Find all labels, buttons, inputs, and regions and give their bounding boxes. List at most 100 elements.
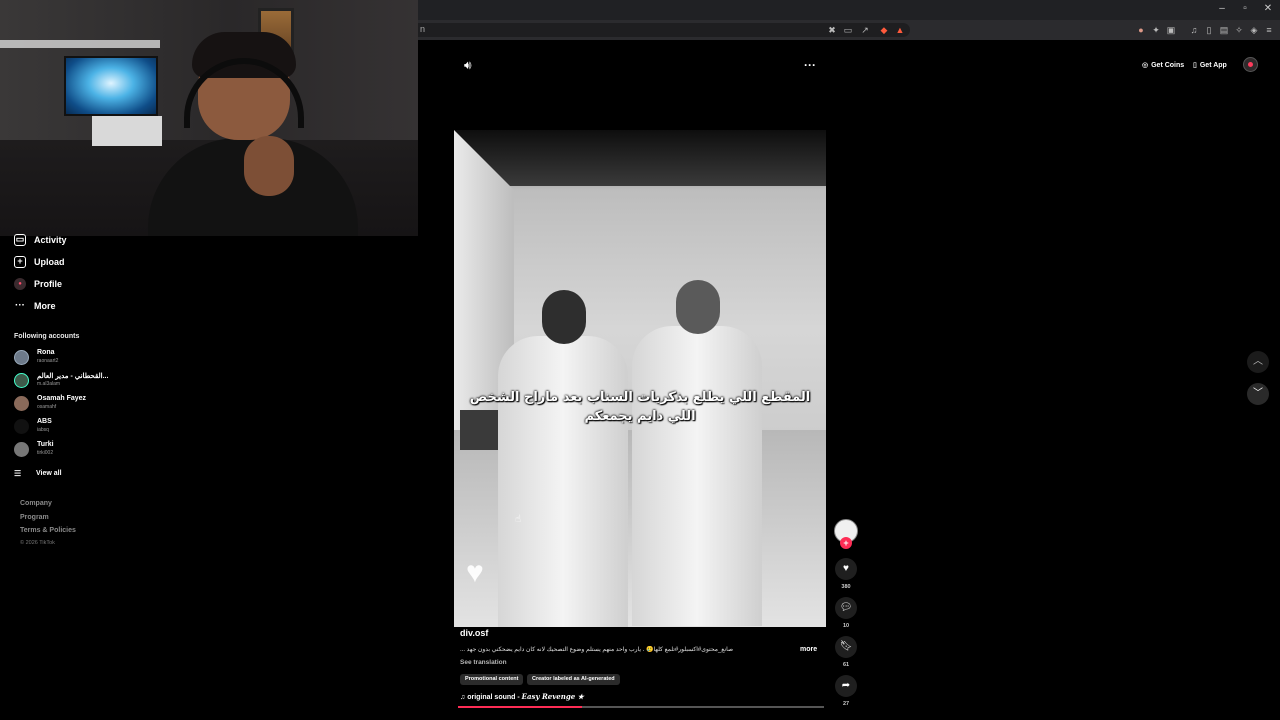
sound-link[interactable]: ♫ original sound - Easy Revenge ★ — [460, 692, 584, 701]
translate-icon[interactable]: ✖ — [826, 24, 838, 36]
chevron-down-icon: ﹀ — [1253, 388, 1263, 399]
comment-count: 10 — [842, 623, 850, 629]
like-button[interactable]: ♥ — [835, 558, 857, 580]
nav-profile[interactable]: ● Profile — [14, 276, 62, 292]
sound-prefix: original sound - — [467, 694, 522, 701]
account-name: ABS — [37, 418, 52, 425]
maximize-button[interactable]: ▫ — [1235, 3, 1255, 14]
account-handle: osamahf — [37, 404, 57, 410]
heart-icon: ♥ — [466, 556, 484, 589]
nav-more[interactable]: ··· More — [14, 298, 56, 314]
view-all-link[interactable]: ☰ View all — [14, 469, 62, 478]
avatar — [14, 396, 29, 411]
next-video-button[interactable]: ﹀ — [1247, 383, 1269, 405]
video-author[interactable]: div.osf — [460, 628, 488, 638]
brave-rewards-icon[interactable]: ▲ — [894, 24, 906, 36]
sound-name: Easy Revenge ★ — [521, 692, 584, 701]
video-caption: المقطع اللي يطلع بذكريات السناب بعد مارا… — [469, 390, 811, 424]
extension-icon[interactable]: ● — [1135, 24, 1147, 36]
upload-icon: + — [14, 256, 26, 268]
share-count: 27 — [842, 701, 850, 707]
account-handle: m.al3alam — [37, 381, 61, 387]
list-icon: ☰ — [14, 469, 22, 478]
video-description: صانع_محتوى#اكسبلور#تلمع كلها🥲 . يارب واح… — [460, 647, 734, 653]
follow-plus-icon[interactable]: + — [840, 537, 852, 549]
webcam-overlay — [0, 0, 418, 236]
avatar — [14, 442, 29, 457]
video-progress-bar[interactable] — [458, 706, 824, 708]
following-accounts-title: Following accounts — [14, 333, 80, 340]
promotional-tag: Promotional content — [460, 674, 524, 685]
view-all-label: View all — [36, 470, 62, 477]
bookmark-icon: 🔖︎ — [839, 641, 853, 652]
webcam-streamer — [148, 32, 358, 236]
vpn-icon[interactable]: ◈ — [1248, 24, 1260, 36]
footer-terms[interactable]: Terms & Policies — [20, 527, 76, 534]
account-handle: tirki002 — [37, 450, 54, 456]
avatar — [14, 373, 29, 388]
account-name: Turki — [37, 441, 54, 448]
cast-icon[interactable]: ▭ — [842, 24, 854, 36]
profile-icon: ● — [14, 278, 26, 290]
mouse-cursor-icon: ☝︎ — [515, 514, 522, 525]
copyright: © 2026 TikTok — [20, 540, 55, 546]
get-coins-button[interactable]: ◎ Get Coins — [1142, 58, 1184, 72]
avatar — [14, 419, 29, 434]
footer-company[interactable]: Company — [20, 500, 52, 507]
close-window-button[interactable]: ✕ — [1258, 3, 1278, 14]
more-icon: ··· — [15, 300, 25, 311]
account-name: Osamah Fayez — [37, 395, 87, 402]
activity-icon: ▭ — [14, 234, 26, 246]
menu-icon[interactable]: ≡ — [1263, 24, 1275, 36]
get-app-button[interactable]: ▯ Get App — [1193, 58, 1227, 72]
sidebar — [0, 236, 418, 720]
brave-shield-icon[interactable]: ◆ — [878, 24, 890, 36]
screenshot-icon[interactable]: ▣ — [1165, 24, 1177, 36]
leo-icon[interactable]: ✧ — [1233, 24, 1245, 36]
get-coins-label: Get Coins — [1151, 61, 1185, 69]
nav-activity[interactable]: ▭ Activity — [14, 232, 67, 248]
coin-icon: ◎ — [1142, 62, 1149, 69]
nav-upload[interactable]: + Upload — [14, 254, 65, 270]
video-person-right — [632, 280, 762, 627]
webcam-tv — [64, 56, 158, 116]
more-options-icon[interactable]: ··· — [804, 58, 816, 72]
sidebar-toggle-icon[interactable]: ▯ — [1203, 24, 1215, 36]
comment-icon: 💬︎ — [839, 602, 853, 613]
comment-button[interactable]: 💬︎ — [835, 597, 857, 619]
save-button[interactable]: 🔖︎ — [835, 636, 857, 658]
video-ceiling — [454, 130, 826, 186]
description-more-button[interactable]: more — [800, 646, 817, 653]
footer-program[interactable]: Program — [20, 514, 49, 521]
previous-video-button[interactable]: ︿ — [1247, 351, 1269, 373]
video-person-left — [498, 290, 628, 627]
phone-icon: ▯ — [1193, 62, 1197, 69]
avatar — [14, 350, 29, 365]
profile-avatar[interactable] — [1243, 57, 1258, 72]
nav-activity-label: Activity — [34, 235, 67, 245]
share-arrow-icon: ➦ — [841, 680, 851, 691]
see-translation-link[interactable]: See translation — [460, 659, 507, 666]
wallet-icon[interactable]: ▤ — [1218, 24, 1230, 36]
save-count: 61 — [842, 662, 850, 668]
media-icon[interactable]: ♫ — [1188, 24, 1200, 36]
ai-generated-tag: Creator labeled as AI-generated — [527, 674, 620, 685]
share-icon[interactable]: ↗ — [859, 24, 871, 36]
video-player[interactable]: المقطع اللي يطلع بذكريات السناب بعد مارا… — [454, 130, 826, 627]
webcam-shelf — [0, 40, 160, 48]
nav-more-label: More — [34, 301, 56, 311]
like-count: 380 — [841, 584, 851, 590]
volume-icon[interactable]: 🔊︎ — [464, 58, 472, 73]
account-name: Rona — [37, 349, 55, 356]
account-handle: iabsq — [37, 427, 49, 433]
nav-profile-label: Profile — [34, 279, 63, 289]
address-text: n — [420, 24, 426, 34]
puzzle-icon[interactable]: ✦ — [1150, 24, 1162, 36]
nav-upload-label: Upload — [34, 257, 65, 267]
get-app-label: Get App — [1199, 61, 1227, 69]
account-name: القحطاني - مدير العالم... — [37, 373, 109, 380]
share-button[interactable]: ➦ — [835, 675, 857, 697]
minimize-button[interactable]: – — [1212, 3, 1232, 14]
video-progress-fill — [458, 706, 583, 708]
like-heart-icon: ♥ — [843, 563, 849, 574]
